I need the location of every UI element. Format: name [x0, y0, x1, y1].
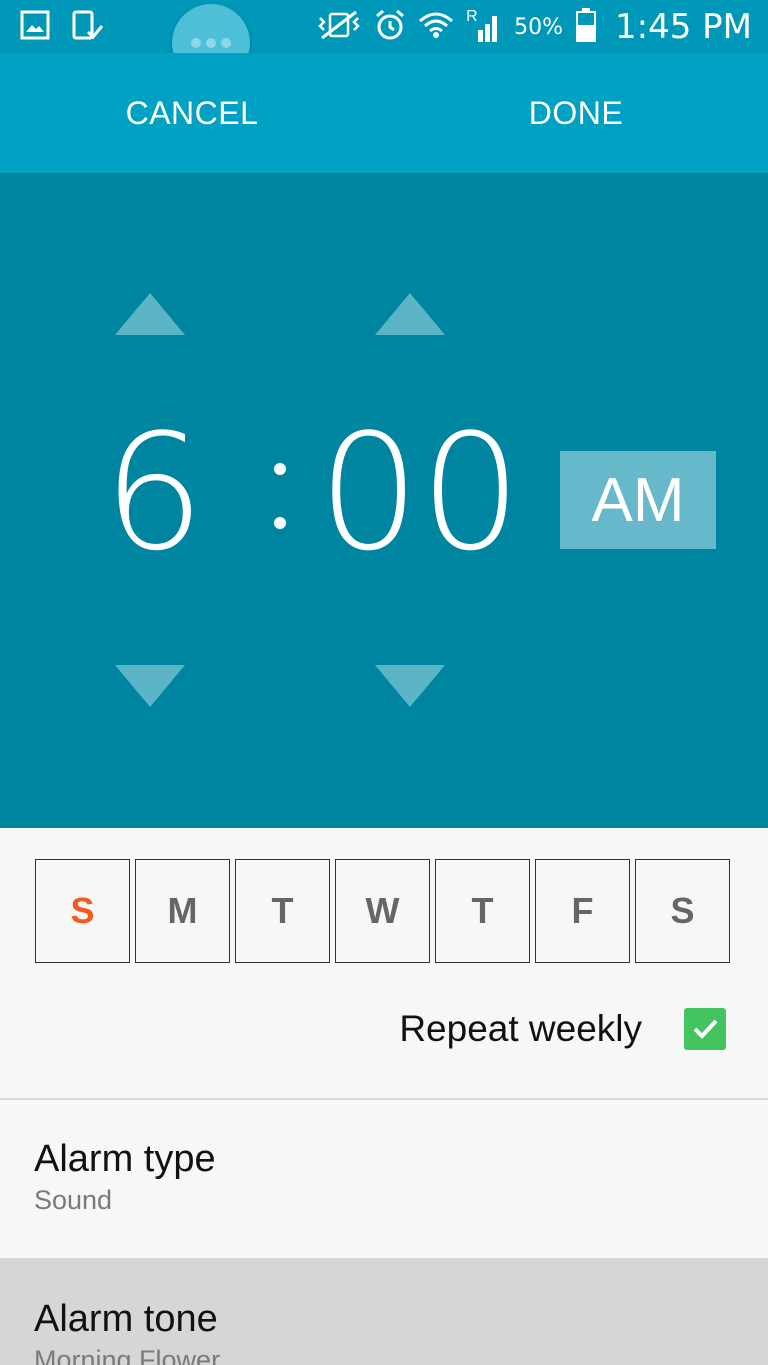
- time-separator: [270, 455, 290, 535]
- alarm-tone-row[interactable]: Alarm tone Morning Flower: [0, 1258, 768, 1365]
- time-picker: 6 00 AM: [0, 173, 768, 828]
- day-wednesday[interactable]: W: [335, 859, 430, 963]
- repeat-weekly-label: Repeat weekly: [399, 1008, 642, 1049]
- hour-up-arrow-icon[interactable]: [115, 293, 185, 335]
- cancel-button[interactable]: CANCEL: [0, 53, 384, 173]
- repeat-weekly-row[interactable]: Repeat weekly: [399, 1008, 726, 1050]
- day-monday[interactable]: M: [135, 859, 230, 963]
- status-time: 1:45 PM: [615, 7, 752, 47]
- minute-value[interactable]: 00: [318, 413, 522, 573]
- alarm-type-value: Sound: [34, 1185, 113, 1215]
- alarm-clock-icon: [374, 9, 406, 46]
- battery-icon: [575, 7, 597, 48]
- day-saturday[interactable]: S: [635, 859, 730, 963]
- vibrate-icon: [316, 10, 362, 45]
- alarm-type-title: Alarm type: [34, 1138, 216, 1180]
- wifi-icon: [418, 9, 454, 46]
- screen-mirror-icon: [72, 10, 104, 47]
- checkmark-icon: [693, 1019, 718, 1039]
- battery-percent: 50%: [514, 14, 563, 40]
- minute-down-arrow-icon[interactable]: [375, 665, 445, 707]
- am-pm-toggle[interactable]: AM: [560, 451, 716, 549]
- alarm-tone-value: Morning Flower: [34, 1345, 221, 1365]
- minute-up-arrow-icon[interactable]: [375, 293, 445, 335]
- day-selector: S M T W T F S: [35, 859, 730, 963]
- repeat-weekly-checkbox[interactable]: [684, 1008, 726, 1050]
- gallery-icon: [20, 10, 50, 47]
- alarm-type-row[interactable]: Alarm type Sound: [0, 1100, 768, 1258]
- day-thursday[interactable]: T: [435, 859, 530, 963]
- hour-down-arrow-icon[interactable]: [115, 665, 185, 707]
- alarm-tone-title: Alarm tone: [34, 1298, 218, 1340]
- day-sunday[interactable]: S: [35, 859, 130, 963]
- day-friday[interactable]: F: [535, 859, 630, 963]
- status-bar: R 50% 1:45 PM: [0, 0, 768, 53]
- signal-icon: R: [466, 8, 502, 44]
- action-bar: CANCEL DONE: [0, 53, 768, 173]
- day-tuesday[interactable]: T: [235, 859, 330, 963]
- done-button[interactable]: DONE: [384, 53, 768, 173]
- hour-value[interactable]: 6: [103, 413, 205, 573]
